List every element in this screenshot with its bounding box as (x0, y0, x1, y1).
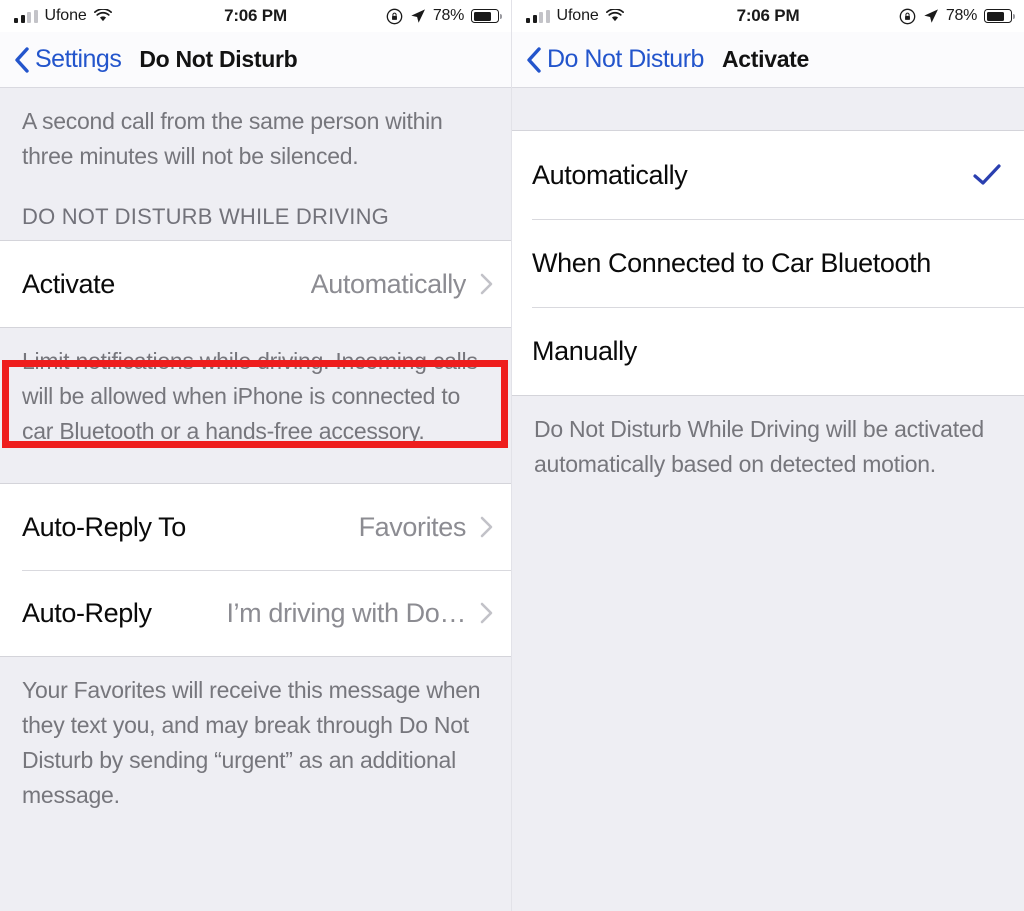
battery-icon (471, 9, 502, 23)
activate-card: Activate Automatically (0, 240, 511, 328)
option-automatically-label: Automatically (532, 159, 688, 190)
battery-percent-label: 78% (945, 7, 977, 24)
back-button-do-not-disturb[interactable]: Do Not Disturb (526, 45, 704, 74)
status-bar-left: Ufone 7:06 PM 78% (0, 0, 511, 32)
row-activate-label: Activate (22, 268, 115, 299)
status-bar-right-group: 78% (899, 7, 1015, 25)
carrier-label: Ufone (44, 7, 87, 24)
dual-screenshot-composite: Ufone 7:06 PM 78% Settings Do Not Distur… (0, 0, 1024, 911)
location-arrow-icon (924, 9, 938, 23)
group-header-dnd-while-driving: DO NOT DISTURB WHILE DRIVING (22, 204, 389, 229)
row-activate-value: Automatically (310, 268, 466, 299)
wifi-icon (605, 9, 624, 22)
back-button-label: Settings (35, 45, 122, 73)
status-bar-left-group: Ufone (14, 7, 112, 25)
status-bar-left-group: Ufone (526, 7, 624, 25)
auto-reply-card: Auto-Reply To Favorites Auto-Reply I’m d… (0, 483, 511, 657)
status-bar-right: Ufone 7:06 PM 78% (512, 0, 1024, 32)
activate-options-list: Automatically When Connected to Car Blue… (512, 130, 1024, 396)
row-activate[interactable]: Activate Automatically (0, 241, 511, 327)
status-bar-right-group: 78% (386, 7, 502, 25)
page-title-right: Activate (721, 46, 810, 72)
location-arrow-icon (411, 9, 425, 23)
row-auto-reply-label: Auto-Reply (22, 597, 152, 628)
cellular-bars-icon (526, 9, 550, 23)
chevron-left-icon (527, 46, 541, 73)
row-auto-reply-to-value: Favorites (358, 511, 466, 542)
content-left: A second call from the same person withi… (0, 88, 511, 911)
activate-footnote: Do Not Disturb While Driving will be act… (534, 416, 984, 477)
chevron-right-icon (480, 516, 493, 538)
wifi-icon (93, 9, 112, 22)
left-screen-do-not-disturb: Ufone 7:06 PM 78% Settings Do Not Distur… (0, 0, 512, 911)
right-screen-activate: Ufone 7:06 PM 78% Do Not Disturb Activat… (512, 0, 1024, 911)
cellular-bars-icon (14, 9, 38, 23)
bottom-footnote: Your Favorites will receive this message… (22, 677, 481, 808)
nav-bar-right: Do Not Disturb Activate (512, 32, 1024, 88)
chevron-right-icon (480, 602, 493, 624)
chevron-right-icon (480, 273, 493, 295)
row-auto-reply-to-label: Auto-Reply To (22, 511, 186, 542)
battery-percent-label: 78% (432, 7, 464, 24)
option-when-connected-to-car-bluetooth[interactable]: When Connected to Car Bluetooth (512, 219, 1024, 307)
nav-bar-left: Settings Do Not Disturb (0, 32, 511, 88)
rotation-lock-icon (386, 8, 403, 24)
option-manually[interactable]: Manually (512, 307, 1024, 395)
back-button-label: Do Not Disturb (547, 45, 704, 73)
page-title-left: Do Not Disturb (139, 46, 298, 72)
row-auto-reply-to[interactable]: Auto-Reply To Favorites (0, 484, 511, 570)
option-automatically[interactable]: Automatically (512, 131, 1024, 219)
battery-icon (984, 9, 1015, 23)
checkmark-icon (973, 164, 1001, 185)
chevron-left-icon (15, 46, 29, 73)
top-footnote: A second call from the same person withi… (22, 108, 443, 169)
row-auto-reply[interactable]: Auto-Reply I’m driving with Do… (0, 570, 511, 656)
carrier-label: Ufone (556, 7, 599, 24)
back-button-settings[interactable]: Settings (14, 45, 122, 74)
option-when-connected-label: When Connected to Car Bluetooth (532, 247, 931, 278)
row-auto-reply-value: I’m driving with Do… (226, 597, 466, 628)
rotation-lock-icon (899, 8, 916, 24)
content-right: Automatically When Connected to Car Blue… (512, 130, 1024, 911)
driving-footnote: Limit notifications while driving. Incom… (22, 348, 478, 444)
option-manually-label: Manually (532, 335, 637, 366)
